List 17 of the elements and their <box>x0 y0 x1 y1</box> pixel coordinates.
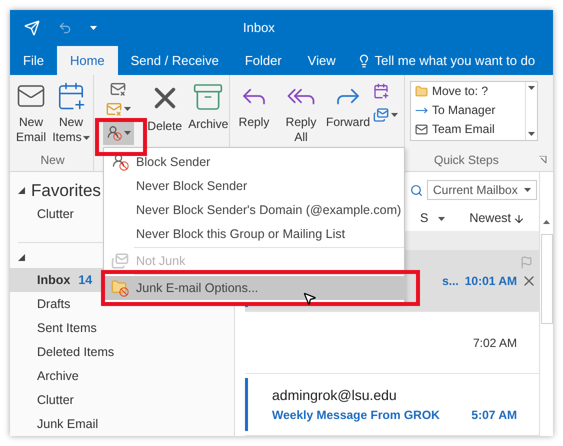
message-time: 5:07 AM <box>471 407 517 424</box>
folder-name: Junk Email <box>37 416 98 433</box>
folder-name: Deleted Items <box>37 344 114 361</box>
window-title: Inbox <box>243 19 275 38</box>
folder-name: Clutter <box>37 392 74 409</box>
folder-name: Archive <box>37 368 79 385</box>
folder-name: Inbox <box>37 272 70 289</box>
subject: s... <box>442 272 459 290</box>
group-label: New <box>39 152 66 169</box>
message-time: 10:01 AM <box>464 272 517 290</box>
unread-count: 14 <box>78 272 92 289</box>
subject: Weekly Message From GROK <box>272 407 440 424</box>
group-label: Quick Steps <box>434 152 499 169</box>
folder-name: Sent Items <box>37 320 97 337</box>
folder-name: Drafts <box>37 296 70 313</box>
sender-name: admingrok@lsu.edu <box>272 386 398 405</box>
message-time: 7:02 AM <box>472 334 517 352</box>
